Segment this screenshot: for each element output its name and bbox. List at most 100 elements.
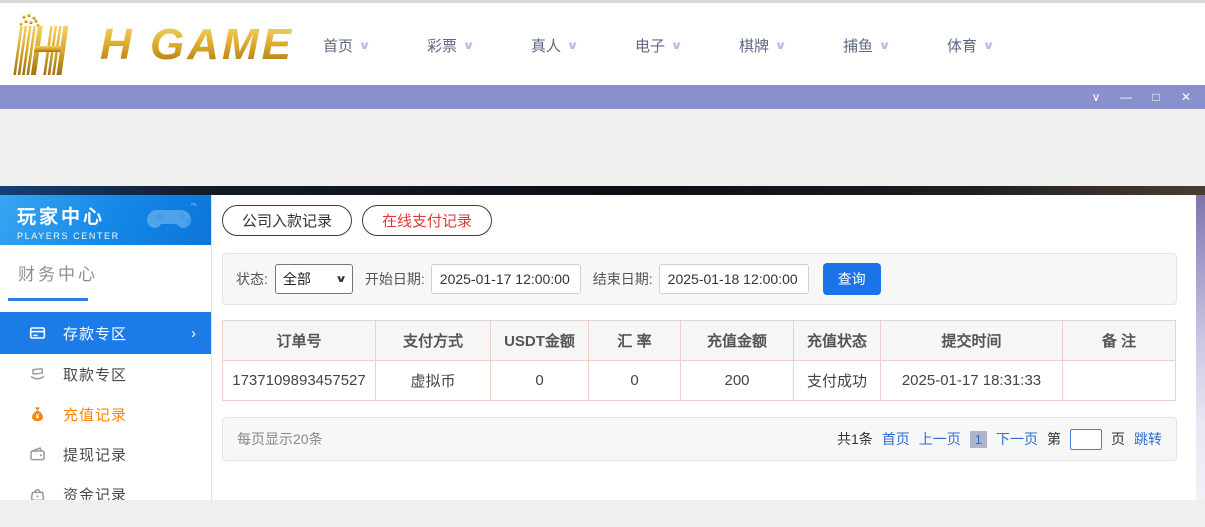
table-row: 1737109893457527 虚拟币 0 0 200 支付成功 2025-0… bbox=[223, 361, 1176, 401]
search-button[interactable]: 查询 bbox=[823, 263, 881, 295]
window-maximize-icon[interactable]: □ bbox=[1141, 85, 1171, 109]
nav-label: 棋牌 bbox=[739, 35, 769, 56]
records-table: 订单号 支付方式 USDT金额 汇 率 充值金额 充值状态 提交时间 备 注 1… bbox=[222, 320, 1176, 401]
sidebar-item-label: 充值记录 bbox=[63, 404, 127, 425]
filter-panel: 状态: 全部 ∨ 开始日期: 结束日期: 查询 bbox=[222, 253, 1177, 305]
jump-suffix-label: 页 bbox=[1111, 429, 1125, 449]
cell-recharge-status: 支付成功 bbox=[794, 361, 881, 401]
window-close-icon[interactable]: ✕ bbox=[1171, 85, 1201, 109]
scrollbar-track[interactable] bbox=[1196, 195, 1205, 500]
chevron-down-icon: ∨ bbox=[462, 39, 475, 52]
col-pay-method: 支付方式 bbox=[376, 321, 491, 361]
cell-recharge-amount: 200 bbox=[681, 361, 794, 401]
cell-exchange-rate: 0 bbox=[589, 361, 681, 401]
end-date-input[interactable] bbox=[659, 264, 809, 294]
sidebar-item-label: 取款专区 bbox=[63, 364, 127, 385]
withdraw-hand-icon bbox=[28, 366, 46, 382]
current-page-indicator[interactable]: 1 bbox=[970, 431, 987, 448]
chevron-down-icon: ∨ bbox=[982, 39, 995, 52]
col-submit-time: 提交时间 bbox=[881, 321, 1063, 361]
nav-item-lottery[interactable]: 彩票 ∨ bbox=[398, 35, 502, 56]
gamepad-icon bbox=[147, 202, 199, 238]
end-date-label: 结束日期: bbox=[593, 269, 653, 289]
sidebar-item-recharge-records[interactable]: ¥ 充值记录 bbox=[0, 394, 211, 434]
chevron-down-icon: ∨ bbox=[566, 39, 579, 52]
chevron-right-icon: › bbox=[191, 325, 196, 342]
sidebar-item-deposit-zone[interactable]: 存款专区 › bbox=[0, 312, 211, 354]
window-dropdown-icon[interactable]: ∨ bbox=[1081, 85, 1111, 109]
table-header-row: 订单号 支付方式 USDT金额 汇 率 充值金额 充值状态 提交时间 备 注 bbox=[223, 321, 1176, 361]
logo-text: H GAME bbox=[100, 20, 294, 70]
nav-label: 电子 bbox=[635, 35, 665, 56]
main-content: 公司入款记录 在线支付记录 状态: 全部 ∨ 开始日期: 结束日期: 查询 订单… bbox=[222, 195, 1177, 500]
chevron-down-icon: ∨ bbox=[358, 39, 371, 52]
nav-label: 首页 bbox=[323, 35, 353, 56]
chevron-down-icon: ∨ bbox=[670, 39, 683, 52]
nav-item-fishing[interactable]: 捕鱼 ∨ bbox=[814, 35, 918, 56]
money-bag-icon: ¥ bbox=[28, 406, 46, 422]
jump-prefix-label: 第 bbox=[1047, 429, 1061, 449]
page-size-text: 每页显示20条 bbox=[237, 429, 323, 449]
page-background-gap bbox=[0, 109, 1205, 186]
top-navigation: H GAME 首页 ∨ 彩票 ∨ 真人 ∨ 电子 ∨ 棋牌 ∨ 捕鱼 ∨ 体育 … bbox=[0, 0, 1205, 85]
sidebar-section-underline bbox=[8, 298, 88, 301]
cell-submit-time: 2025-01-17 18:31:33 bbox=[881, 361, 1063, 401]
sidebar-menu: 存款专区 › 取款专区 ¥ 充值记录 bbox=[0, 312, 211, 514]
pagination-controls: 共1条 首页 上一页 1 下一页 第 页 跳转 bbox=[837, 429, 1162, 450]
nav-item-live[interactable]: 真人 ∨ bbox=[502, 35, 606, 56]
first-page-link[interactable]: 首页 bbox=[882, 429, 910, 449]
sidebar-item-label: 存款专区 bbox=[63, 323, 127, 344]
col-usdt-amount: USDT金额 bbox=[491, 321, 589, 361]
nav-label: 彩票 bbox=[427, 35, 457, 56]
prev-page-link[interactable]: 上一页 bbox=[919, 429, 961, 449]
col-remark: 备 注 bbox=[1063, 321, 1176, 361]
svg-text:¥: ¥ bbox=[35, 413, 39, 420]
window-minimize-icon[interactable]: — bbox=[1111, 85, 1141, 109]
jump-button[interactable]: 跳转 bbox=[1134, 429, 1162, 449]
tab-online-payment-records[interactable]: 在线支付记录 bbox=[362, 205, 492, 236]
col-recharge-amount: 充值金额 bbox=[681, 321, 794, 361]
col-recharge-status: 充值状态 bbox=[794, 321, 881, 361]
status-select-value: 全部 bbox=[283, 269, 311, 289]
nav-label: 真人 bbox=[531, 35, 561, 56]
nav-item-sports[interactable]: 体育 ∨ bbox=[918, 35, 1022, 56]
sidebar-item-withdraw-zone[interactable]: 取款专区 bbox=[0, 354, 211, 394]
brand-logo[interactable]: H GAME bbox=[8, 9, 294, 81]
sidebar-item-withdrawal-records[interactable]: 提现记录 bbox=[0, 434, 211, 474]
sidebar: 玩家中心 PLAYERS CENTER 财务中心 存款专区 › bbox=[0, 195, 212, 500]
sidebar-item-label: 提现记录 bbox=[63, 444, 127, 465]
chevron-down-icon: ∨ bbox=[335, 274, 347, 285]
cell-usdt-amount: 0 bbox=[491, 361, 589, 401]
window-titlebar: ∨ — □ ✕ bbox=[0, 85, 1205, 109]
status-label: 状态: bbox=[236, 269, 268, 289]
cell-remark bbox=[1063, 361, 1176, 401]
col-order-id: 订单号 bbox=[223, 321, 376, 361]
sidebar-section-title: 财务中心 bbox=[0, 245, 211, 285]
nav-item-chess[interactable]: 棋牌 ∨ bbox=[710, 35, 814, 56]
tab-company-deposit-records[interactable]: 公司入款记录 bbox=[222, 205, 352, 236]
bank-card-icon bbox=[28, 325, 46, 341]
nav-item-slots[interactable]: 电子 ∨ bbox=[606, 35, 710, 56]
col-exchange-rate: 汇 率 bbox=[589, 321, 681, 361]
cell-pay-method: 虚拟币 bbox=[376, 361, 491, 401]
total-count-text: 共1条 bbox=[837, 429, 873, 449]
divider-strip bbox=[0, 186, 1205, 195]
status-select[interactable]: 全部 ∨ bbox=[275, 264, 353, 294]
record-tabs: 公司入款记录 在线支付记录 bbox=[222, 205, 1177, 236]
wallet-icon bbox=[28, 446, 46, 462]
start-date-label: 开始日期: bbox=[365, 269, 425, 289]
start-date-input[interactable] bbox=[431, 264, 581, 294]
nav-item-home[interactable]: 首页 ∨ bbox=[294, 35, 398, 56]
chevron-down-icon: ∨ bbox=[878, 39, 891, 52]
nav-label: 捕鱼 bbox=[843, 35, 873, 56]
sidebar-header: 玩家中心 PLAYERS CENTER bbox=[0, 195, 211, 245]
next-page-link[interactable]: 下一页 bbox=[996, 429, 1038, 449]
cell-order-id: 1737109893457527 bbox=[223, 361, 376, 401]
main-menu: 首页 ∨ 彩票 ∨ 真人 ∨ 电子 ∨ 棋牌 ∨ 捕鱼 ∨ 体育 ∨ bbox=[294, 3, 1022, 88]
jump-page-input[interactable] bbox=[1070, 429, 1102, 450]
logo-mark-icon bbox=[8, 13, 94, 77]
chevron-down-icon: ∨ bbox=[774, 39, 787, 52]
pagination-panel: 每页显示20条 共1条 首页 上一页 1 下一页 第 页 跳转 bbox=[222, 417, 1177, 461]
nav-label: 体育 bbox=[947, 35, 977, 56]
bottom-background bbox=[0, 500, 1205, 527]
